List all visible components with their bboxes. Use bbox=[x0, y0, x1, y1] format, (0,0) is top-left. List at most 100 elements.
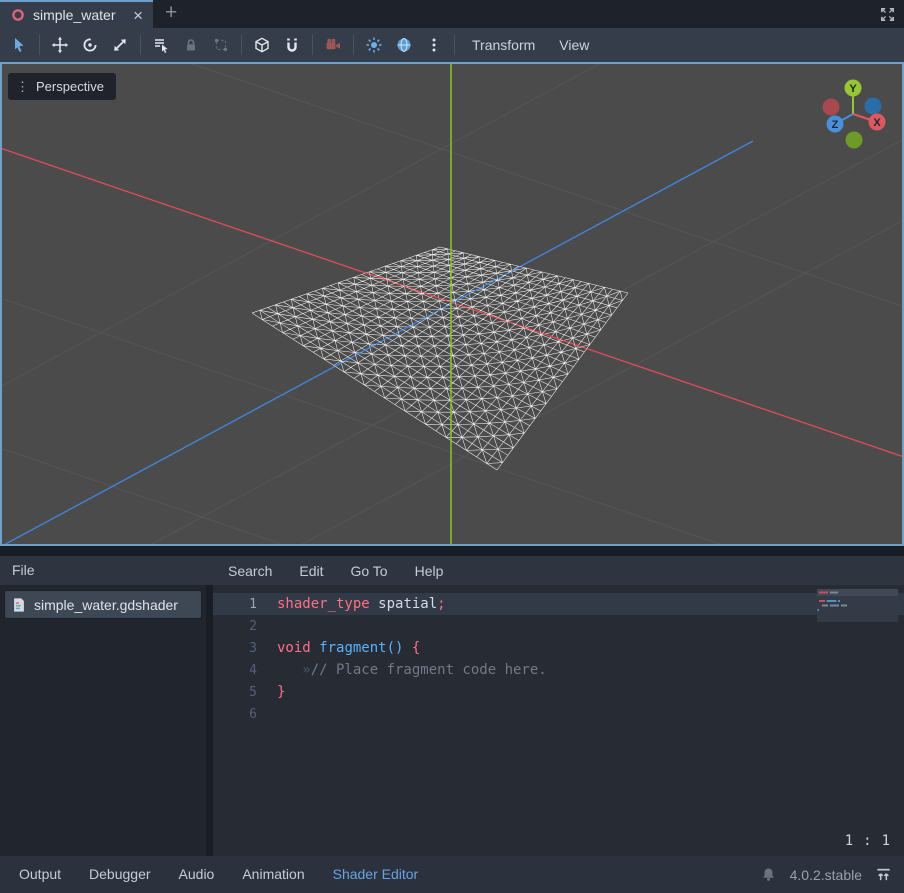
distraction-free-button[interactable] bbox=[871, 0, 904, 28]
code-line-1[interactable]: 1shader_type spatial; bbox=[213, 593, 904, 615]
transform-menu[interactable]: Transform bbox=[460, 31, 547, 59]
cube-icon bbox=[253, 36, 271, 54]
cursor-line: 1 bbox=[845, 833, 853, 849]
extra-options-button[interactable] bbox=[419, 31, 449, 59]
file-list-item-selected[interactable]: simple_water.gdshader bbox=[4, 590, 202, 619]
notification-bell-icon[interactable] bbox=[760, 866, 777, 883]
new-tab-button[interactable]: + bbox=[153, 0, 189, 28]
bottom-tab-animation[interactable]: Animation bbox=[235, 856, 311, 893]
bottom-tab-debugger[interactable]: Debugger bbox=[82, 856, 158, 893]
line-number: 5 bbox=[213, 685, 257, 700]
tab-spacer bbox=[189, 0, 871, 28]
viewport-3d-canvas: Y X Z bbox=[2, 64, 902, 544]
sun-icon bbox=[365, 36, 383, 54]
spatial-toolbar: Transform View bbox=[0, 28, 904, 62]
snap-mode-button[interactable] bbox=[277, 31, 307, 59]
list-select-tool-button[interactable] bbox=[146, 31, 176, 59]
line-number: 1 bbox=[213, 597, 257, 612]
expand-bottom-panel-icon[interactable] bbox=[875, 866, 892, 883]
gizmo-x-label: X bbox=[873, 117, 881, 129]
scene-tab-simple-water[interactable]: simple_water × bbox=[0, 0, 153, 28]
goto-menu[interactable]: Go To bbox=[350, 563, 387, 579]
gizmo-neg-z[interactable] bbox=[865, 98, 882, 115]
code-line-6[interactable]: 6 bbox=[213, 703, 904, 725]
line-number: 4 bbox=[213, 663, 257, 678]
bottom-tab-output[interactable]: Output bbox=[12, 856, 68, 893]
shader-file-icon bbox=[11, 597, 27, 613]
gizmo-z-label: Z bbox=[832, 119, 839, 131]
shader-editor-menu-strip: File Search Edit Go To Help bbox=[0, 556, 904, 585]
preview-sunlight-button[interactable] bbox=[359, 31, 389, 59]
help-menu[interactable]: Help bbox=[415, 563, 444, 579]
code-minimap[interactable] bbox=[817, 589, 898, 622]
shader-editor-panel: simple_water.gdshader 1shader_type spati… bbox=[0, 585, 904, 856]
toolbar-separator bbox=[353, 35, 354, 55]
scale-icon bbox=[111, 36, 129, 54]
bottom-tab-shader-editor[interactable]: Shader Editor bbox=[326, 856, 426, 893]
perspective-label: Perspective bbox=[36, 79, 104, 94]
preview-environment-button[interactable] bbox=[389, 31, 419, 59]
lock-selected-button[interactable] bbox=[176, 31, 206, 59]
toolbar-separator bbox=[39, 35, 40, 55]
z-axis-line bbox=[2, 141, 753, 544]
toolbar-separator bbox=[140, 35, 141, 55]
panel-splitter[interactable] bbox=[0, 546, 904, 556]
line-number: 2 bbox=[213, 619, 257, 634]
code-line-4[interactable]: 4 »// Place fragment code here. bbox=[213, 659, 904, 681]
toolbar-separator bbox=[454, 35, 455, 55]
perspective-mode-button[interactable]: ⋮ Perspective bbox=[8, 73, 116, 100]
group-icon bbox=[212, 36, 230, 54]
edit-menu[interactable]: Edit bbox=[299, 563, 323, 579]
code-text: void fragment() { bbox=[257, 640, 420, 656]
search-menu[interactable]: Search bbox=[228, 563, 272, 579]
viewport-menu-dots-icon: ⋮ bbox=[16, 79, 29, 95]
gizmo-neg-x[interactable] bbox=[823, 99, 840, 116]
camera-icon bbox=[324, 36, 342, 54]
scene-tab-title: simple_water bbox=[33, 7, 124, 23]
file-name: simple_water.gdshader bbox=[34, 597, 178, 613]
axis-gizmo[interactable]: Y X Z bbox=[823, 80, 886, 149]
version-label[interactable]: 4.0.2.stable bbox=[790, 867, 862, 883]
cursor-position: 1:1 bbox=[835, 833, 890, 849]
fullscreen-icon bbox=[879, 6, 896, 23]
toolbar-separator bbox=[241, 35, 242, 55]
lock-icon bbox=[182, 36, 200, 54]
shader-code-editor[interactable]: 1shader_type spatial;23void fragment() {… bbox=[213, 585, 904, 856]
code-text: shader_type spatial; bbox=[257, 596, 446, 612]
toolbar-separator bbox=[312, 35, 313, 55]
file-menu[interactable]: File bbox=[12, 562, 35, 578]
scene-icon bbox=[10, 7, 26, 23]
bottom-tab-audio[interactable]: Audio bbox=[172, 856, 222, 893]
preview-camera-button[interactable] bbox=[318, 31, 348, 59]
scale-tool-button[interactable] bbox=[105, 31, 135, 59]
axes-over-mesh bbox=[2, 141, 902, 544]
line-number: 3 bbox=[213, 641, 257, 656]
viewport-3d[interactable]: Y X Z ⋮ Perspective bbox=[0, 62, 904, 546]
group-selected-button[interactable] bbox=[206, 31, 236, 59]
snap-magnet-icon bbox=[283, 36, 301, 54]
local-space-button[interactable] bbox=[247, 31, 277, 59]
cursor-separator: : bbox=[863, 833, 871, 849]
view-menu[interactable]: View bbox=[547, 31, 601, 59]
gizmo-y-label: Y bbox=[849, 83, 857, 95]
select-tool-button[interactable] bbox=[4, 31, 34, 59]
file-list-splitter[interactable] bbox=[206, 585, 213, 856]
bottom-dock-bar: Output Debugger Audio Animation Shader E… bbox=[0, 856, 904, 893]
tab-close-icon[interactable]: × bbox=[131, 7, 145, 24]
code-text: } bbox=[257, 684, 285, 700]
list-select-icon bbox=[152, 36, 170, 54]
rotate-tool-button[interactable] bbox=[75, 31, 105, 59]
scene-tab-bar: simple_water × + bbox=[0, 0, 904, 28]
code-line-3[interactable]: 3void fragment() { bbox=[213, 637, 904, 659]
code-text: »// Place fragment code here. bbox=[257, 662, 547, 678]
code-lines: 1shader_type spatial;23void fragment() {… bbox=[213, 585, 904, 725]
godot-editor-window: simple_water × + bbox=[0, 0, 904, 893]
water-mesh bbox=[252, 247, 628, 470]
gizmo-neg-y[interactable] bbox=[846, 132, 863, 149]
cursor-column: 1 bbox=[882, 833, 890, 849]
globe-icon bbox=[395, 36, 413, 54]
move-tool-button[interactable] bbox=[45, 31, 75, 59]
code-line-5[interactable]: 5} bbox=[213, 681, 904, 703]
rotate-icon bbox=[81, 36, 99, 54]
code-line-2[interactable]: 2 bbox=[213, 615, 904, 637]
